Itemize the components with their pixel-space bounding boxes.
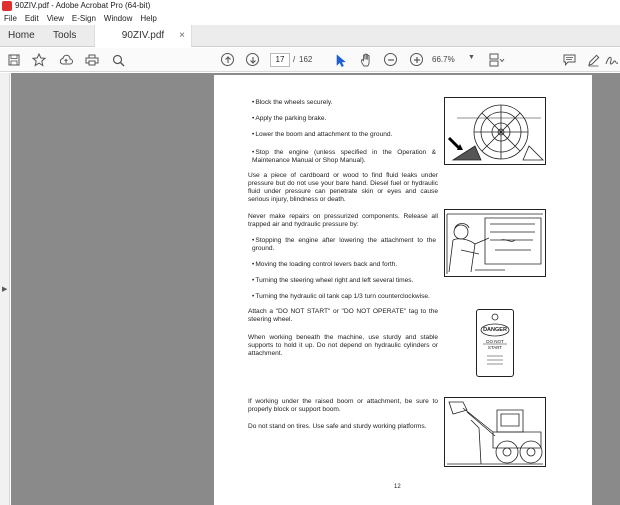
safety-item: Block the wheels securely.: [252, 99, 452, 107]
safety-paragraph: Never make repairs on pressurized compon…: [248, 213, 438, 228]
cloud-upload-icon[interactable]: [58, 52, 74, 68]
acrobat-app-icon: [2, 1, 12, 11]
pencil-icon[interactable]: [585, 52, 601, 68]
pressure-release-illustration: [444, 209, 546, 277]
safety-item: Lower the boom and attachment to the gro…: [252, 131, 452, 139]
safety-item: Stopping the engine after lowering the a…: [252, 237, 436, 253]
tab-tools[interactable]: Tools: [53, 25, 76, 47]
menu-bar: File Edit View E-Sign Window Help: [0, 12, 620, 25]
tab-document[interactable]: 90ZIV.pdf ×: [94, 25, 192, 47]
title-bar: 90ZIV.pdf - Adobe Acrobat Pro (64-bit): [0, 0, 620, 12]
tab-bar: Home Tools 90ZIV.pdf ×: [0, 25, 620, 47]
magnifier-icon[interactable]: [110, 52, 126, 68]
arrow-down-circle-icon[interactable]: [246, 53, 259, 66]
safety-paragraph: If working under the raised boom or atta…: [248, 398, 438, 413]
printer-icon[interactable]: [84, 52, 100, 68]
expand-panel-icon[interactable]: ▶: [2, 285, 7, 293]
page-number-footer: 12: [394, 484, 401, 490]
arrow-up-circle-icon[interactable]: [221, 53, 234, 66]
menu-view[interactable]: View: [43, 12, 68, 25]
tab-home[interactable]: Home: [8, 25, 35, 47]
tag-line: START: [487, 345, 503, 350]
safety-item: Moving the loading control levers back a…: [252, 261, 452, 269]
left-navigation-rail: ▶: [0, 73, 10, 505]
safety-item: Stop the engine (unless specified in the…: [252, 149, 436, 165]
page-number-input[interactable]: 17: [270, 53, 290, 67]
star-icon[interactable]: [31, 52, 47, 68]
signature-icon[interactable]: [604, 52, 620, 68]
tag-heading: DANGER: [483, 327, 507, 333]
document-viewport[interactable]: Block the wheels securely. Apply the par…: [11, 73, 620, 505]
window-title: 90ZIV.pdf - Adobe Acrobat Pro (64-bit): [15, 1, 151, 10]
zoom-level-select[interactable]: 66.7%: [432, 53, 466, 67]
wheel-chock-illustration: [444, 97, 546, 165]
safety-paragraph: Use a piece of cardboard or wood to find…: [248, 172, 438, 203]
chevron-down-icon[interactable]: ▼: [468, 54, 475, 61]
page-separator: /: [293, 55, 296, 64]
minus-circle-icon[interactable]: [384, 53, 397, 66]
hand-icon[interactable]: [358, 52, 374, 68]
close-icon[interactable]: ×: [179, 25, 185, 47]
menu-window[interactable]: Window: [100, 12, 136, 25]
cursor-arrow-icon[interactable]: [333, 52, 349, 68]
safety-item: Turning the hydraulic oil tank cap 1/3 t…: [252, 293, 452, 301]
page-layout-icon[interactable]: [489, 52, 505, 68]
danger-tag-illustration: DANGER DO NOT START: [476, 309, 514, 377]
menu-file[interactable]: File: [0, 12, 21, 25]
safety-paragraph: Attach a "DO NOT START" or "DO NOT OPERA…: [248, 308, 438, 323]
pdf-page: Block the wheels securely. Apply the par…: [214, 75, 592, 505]
save-icon[interactable]: [6, 52, 22, 68]
tab-document-label: 90ZIV.pdf: [121, 30, 165, 41]
safety-item: Turning the steering wheel right and lef…: [252, 277, 452, 285]
plus-circle-icon[interactable]: [410, 53, 423, 66]
loader-boom-illustration: [444, 397, 546, 467]
toolbar: 17 / 162 66.7% ▼: [0, 48, 620, 72]
safety-paragraph: Do not stand on tires. Use safe and stur…: [248, 423, 427, 430]
total-pages: 162: [299, 55, 313, 64]
menu-edit[interactable]: Edit: [21, 12, 43, 25]
safety-item: Apply the parking brake.: [252, 115, 452, 123]
menu-esign[interactable]: E-Sign: [68, 12, 100, 25]
safety-paragraph: When working beneath the machine, use st…: [248, 334, 438, 357]
menu-help[interactable]: Help: [136, 12, 160, 25]
tag-line: DO NOT: [486, 339, 504, 344]
comment-icon[interactable]: [561, 52, 577, 68]
